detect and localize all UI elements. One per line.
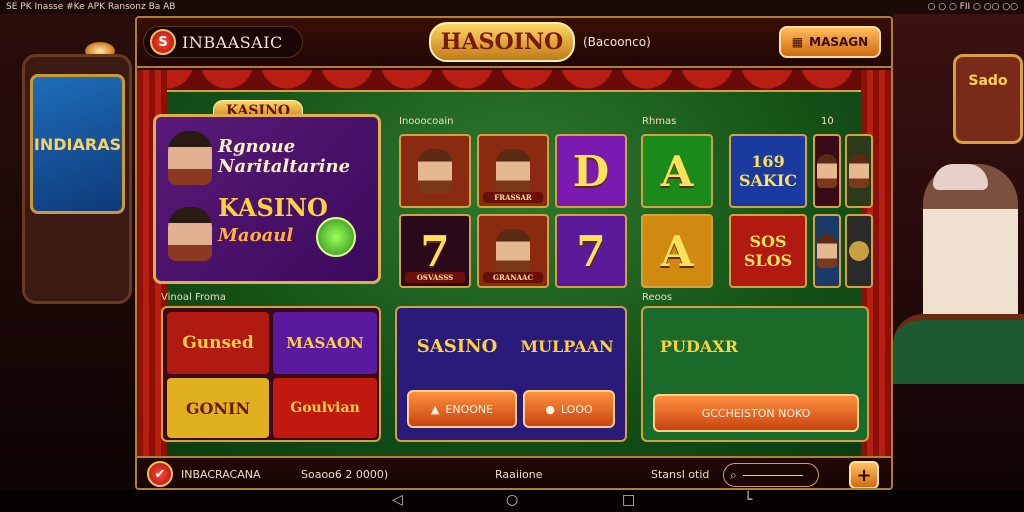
game-tile[interactable]: FRASSAR (477, 134, 549, 208)
chip-icon: ✔ (147, 461, 173, 487)
brand-text: INBAASAIC (182, 32, 283, 52)
hat-decoration (933, 164, 988, 190)
search-input[interactable]: ⌕ (723, 463, 819, 487)
bottom-bar: ✔ INBACRACANA Soaoo6 2 0000) Raaiione St… (137, 456, 891, 488)
character-portrait (496, 149, 530, 193)
tile-caption: GRANAAC (483, 272, 543, 283)
hero-line-4: Maoaul (218, 225, 294, 246)
header-subtitle: (Bacoonco) (583, 35, 651, 49)
character-portrait (763, 312, 833, 378)
game-tile[interactable] (845, 134, 873, 208)
promo-tile[interactable]: SASINO (403, 316, 511, 376)
home-icon[interactable]: ○ (506, 492, 518, 508)
section-popular-label: Inooocoain (399, 116, 454, 127)
game-tile[interactable] (845, 214, 873, 288)
slot-text: Sado (968, 73, 1008, 89)
tile-caption: OSVASSS (405, 272, 465, 283)
background-left: INDIARAS (0, 14, 135, 490)
promo-panel-right: PUDAXR GCCHEISTON NOKO (641, 306, 869, 442)
action-button-2[interactable]: ● LOOO (523, 390, 615, 428)
tile-label: A (660, 226, 694, 276)
bottom-center: Raaiione (495, 468, 543, 481)
promo-tile[interactable]: MULPAAN (513, 316, 621, 376)
tile-caption: FRASSAR (483, 192, 543, 203)
bottom-right-text: Stansl otid (651, 468, 710, 481)
game-tile[interactable]: A (641, 134, 713, 208)
background-right: Sado (893, 14, 1024, 490)
character-portrait (496, 229, 530, 273)
character-portrait (168, 207, 212, 261)
wallet-icon: ▦ (791, 35, 804, 49)
game-tile[interactable]: 7 (555, 214, 627, 288)
system-navbar: ◁ ○ □ └ (0, 490, 1024, 512)
hero-line-1: Rgnoue Naritaltarine (218, 136, 351, 177)
game-tile[interactable]: SOS SLOS (729, 214, 807, 288)
game-lobby: KASINO Rgnoue Naritaltarine KASINO Maoaul… (137, 70, 891, 456)
section-right-count: 10̀ (821, 116, 834, 127)
character-portrait (418, 149, 452, 193)
slot-screen-text: INDIARAS (30, 74, 125, 214)
casino-app-window: S INBAASAIC HASOINO (Bacoonco) ▦ MASAGN … (135, 16, 893, 490)
search-icon: ⌕ (730, 467, 737, 482)
bottom-balance: Soaoo6 2 0000) (301, 468, 389, 481)
card-table (893, 314, 1024, 384)
login-label: MASAGN (809, 35, 869, 49)
status-left: SE PK Inasse #Ke APK Ransonz Ba AB (6, 2, 176, 12)
promo-tile[interactable]: Gunsed (167, 312, 269, 374)
coin-icon: ● (545, 402, 555, 416)
hero-line-3: KASINO (218, 193, 328, 222)
coin-icon (316, 217, 356, 257)
game-tile[interactable] (813, 214, 841, 288)
hero-banner[interactable]: Rgnoue Naritaltarine KASINO Maoaul (153, 114, 381, 284)
chip-icon: S (150, 29, 176, 55)
action-button-1[interactable]: ▲ ENOONE (407, 390, 517, 428)
bottom-brand: INBACRACANA (181, 468, 261, 481)
game-tile[interactable] (813, 134, 841, 208)
gift-icon: ▲ (430, 402, 440, 416)
action-button-3[interactable]: GCCHEISTON NOKO (653, 394, 859, 432)
promo-tile[interactable]: GONIN (167, 378, 269, 438)
game-tile[interactable] (399, 134, 471, 208)
action-label: LOOO (560, 402, 593, 416)
character-portrait (168, 131, 212, 185)
section-left-bottom-label: Vinoal Froma (161, 292, 226, 303)
promo-panel-left: Gunsed MASAON GONIN Goulvian (161, 306, 381, 442)
game-tile[interactable]: 7 OSVASSS (399, 214, 471, 288)
login-button[interactable]: ▦ MASAGN (779, 26, 881, 58)
tile-label: 169 SAKIC (738, 152, 798, 190)
game-tile[interactable]: GRANAAC (477, 214, 549, 288)
tile-label: 7 (420, 226, 450, 276)
promo-tile[interactable]: Goulvian (273, 378, 377, 438)
action-label: GCCHEISTON NOKO (701, 406, 811, 420)
tile-label: D (572, 146, 610, 196)
status-bar: SE PK Inasse #Ke APK Ransonz Ba AB ○ ○ ○… (0, 0, 1024, 14)
menu-icon[interactable]: └ (744, 492, 752, 508)
recent-apps-icon[interactable]: □ (622, 492, 635, 508)
casino-logo[interactable]: HASOINO (429, 22, 575, 62)
section-right-bottom-label: Reoos (642, 292, 673, 303)
section-right-label: Rhmas (642, 116, 677, 127)
brand-badge[interactable]: S INBAASAIC (143, 26, 303, 58)
tile-label: A (660, 146, 694, 196)
slot-machine: Sado (953, 54, 1023, 144)
tile-label: 7 (576, 226, 606, 276)
game-tile[interactable]: D (555, 134, 627, 208)
game-tile[interactable]: A (641, 214, 713, 288)
promo-tile[interactable]: PUDAXR (649, 318, 749, 374)
promo-panel-center: SASINO MULPAAN ▲ ENOONE ● LOOO (395, 306, 627, 442)
back-icon[interactable]: ◁ (392, 492, 403, 508)
add-button[interactable]: + (849, 461, 879, 488)
status-right: ○ ○ ○ FII ○ ○○ ○○ (927, 2, 1018, 12)
promo-tile[interactable]: MASAON (273, 312, 377, 374)
curtain-valance (137, 70, 891, 92)
tile-label: SOS SLOS (743, 232, 793, 270)
action-label: ENOONE (445, 402, 494, 416)
header-bar: S INBAASAIC HASOINO (Bacoonco) ▦ MASAGN (137, 18, 891, 68)
game-tile[interactable]: 169 SAKIC (729, 134, 807, 208)
